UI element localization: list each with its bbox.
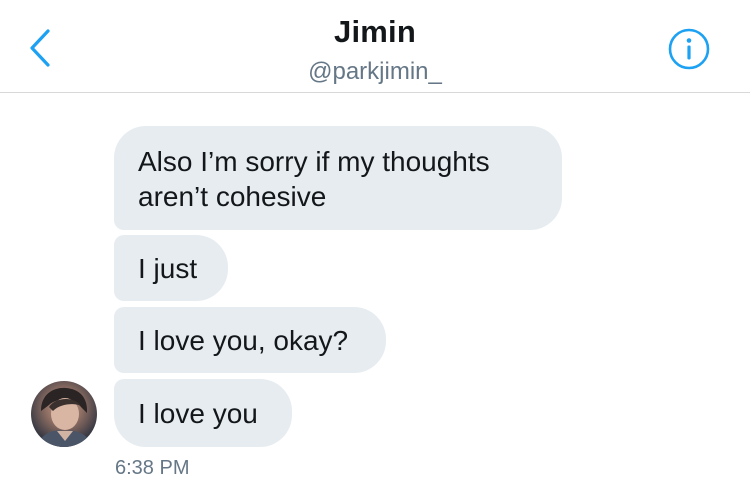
message-bubble[interactable]: I love you, okay?	[114, 307, 386, 373]
message-bubble[interactable]: I just	[114, 235, 228, 301]
info-button[interactable]	[668, 28, 710, 70]
contact-name[interactable]: Jimin	[0, 14, 750, 50]
message-bubble[interactable]: I love you	[114, 379, 292, 447]
avatar[interactable]	[31, 381, 97, 447]
avatar-photo	[37, 387, 93, 447]
message-bubble[interactable]: Also I’m sorry if my thoughts aren’t coh…	[114, 126, 562, 230]
conversation-header: Jimin @parkjimin_	[0, 0, 750, 93]
message-timestamp: 6:38 PM	[115, 457, 190, 479]
dm-conversation-screen: Jimin @parkjimin_ Also I’m sorry if my t…	[0, 0, 750, 500]
contact-handle[interactable]: @parkjimin_	[0, 58, 750, 86]
info-icon	[668, 28, 710, 70]
